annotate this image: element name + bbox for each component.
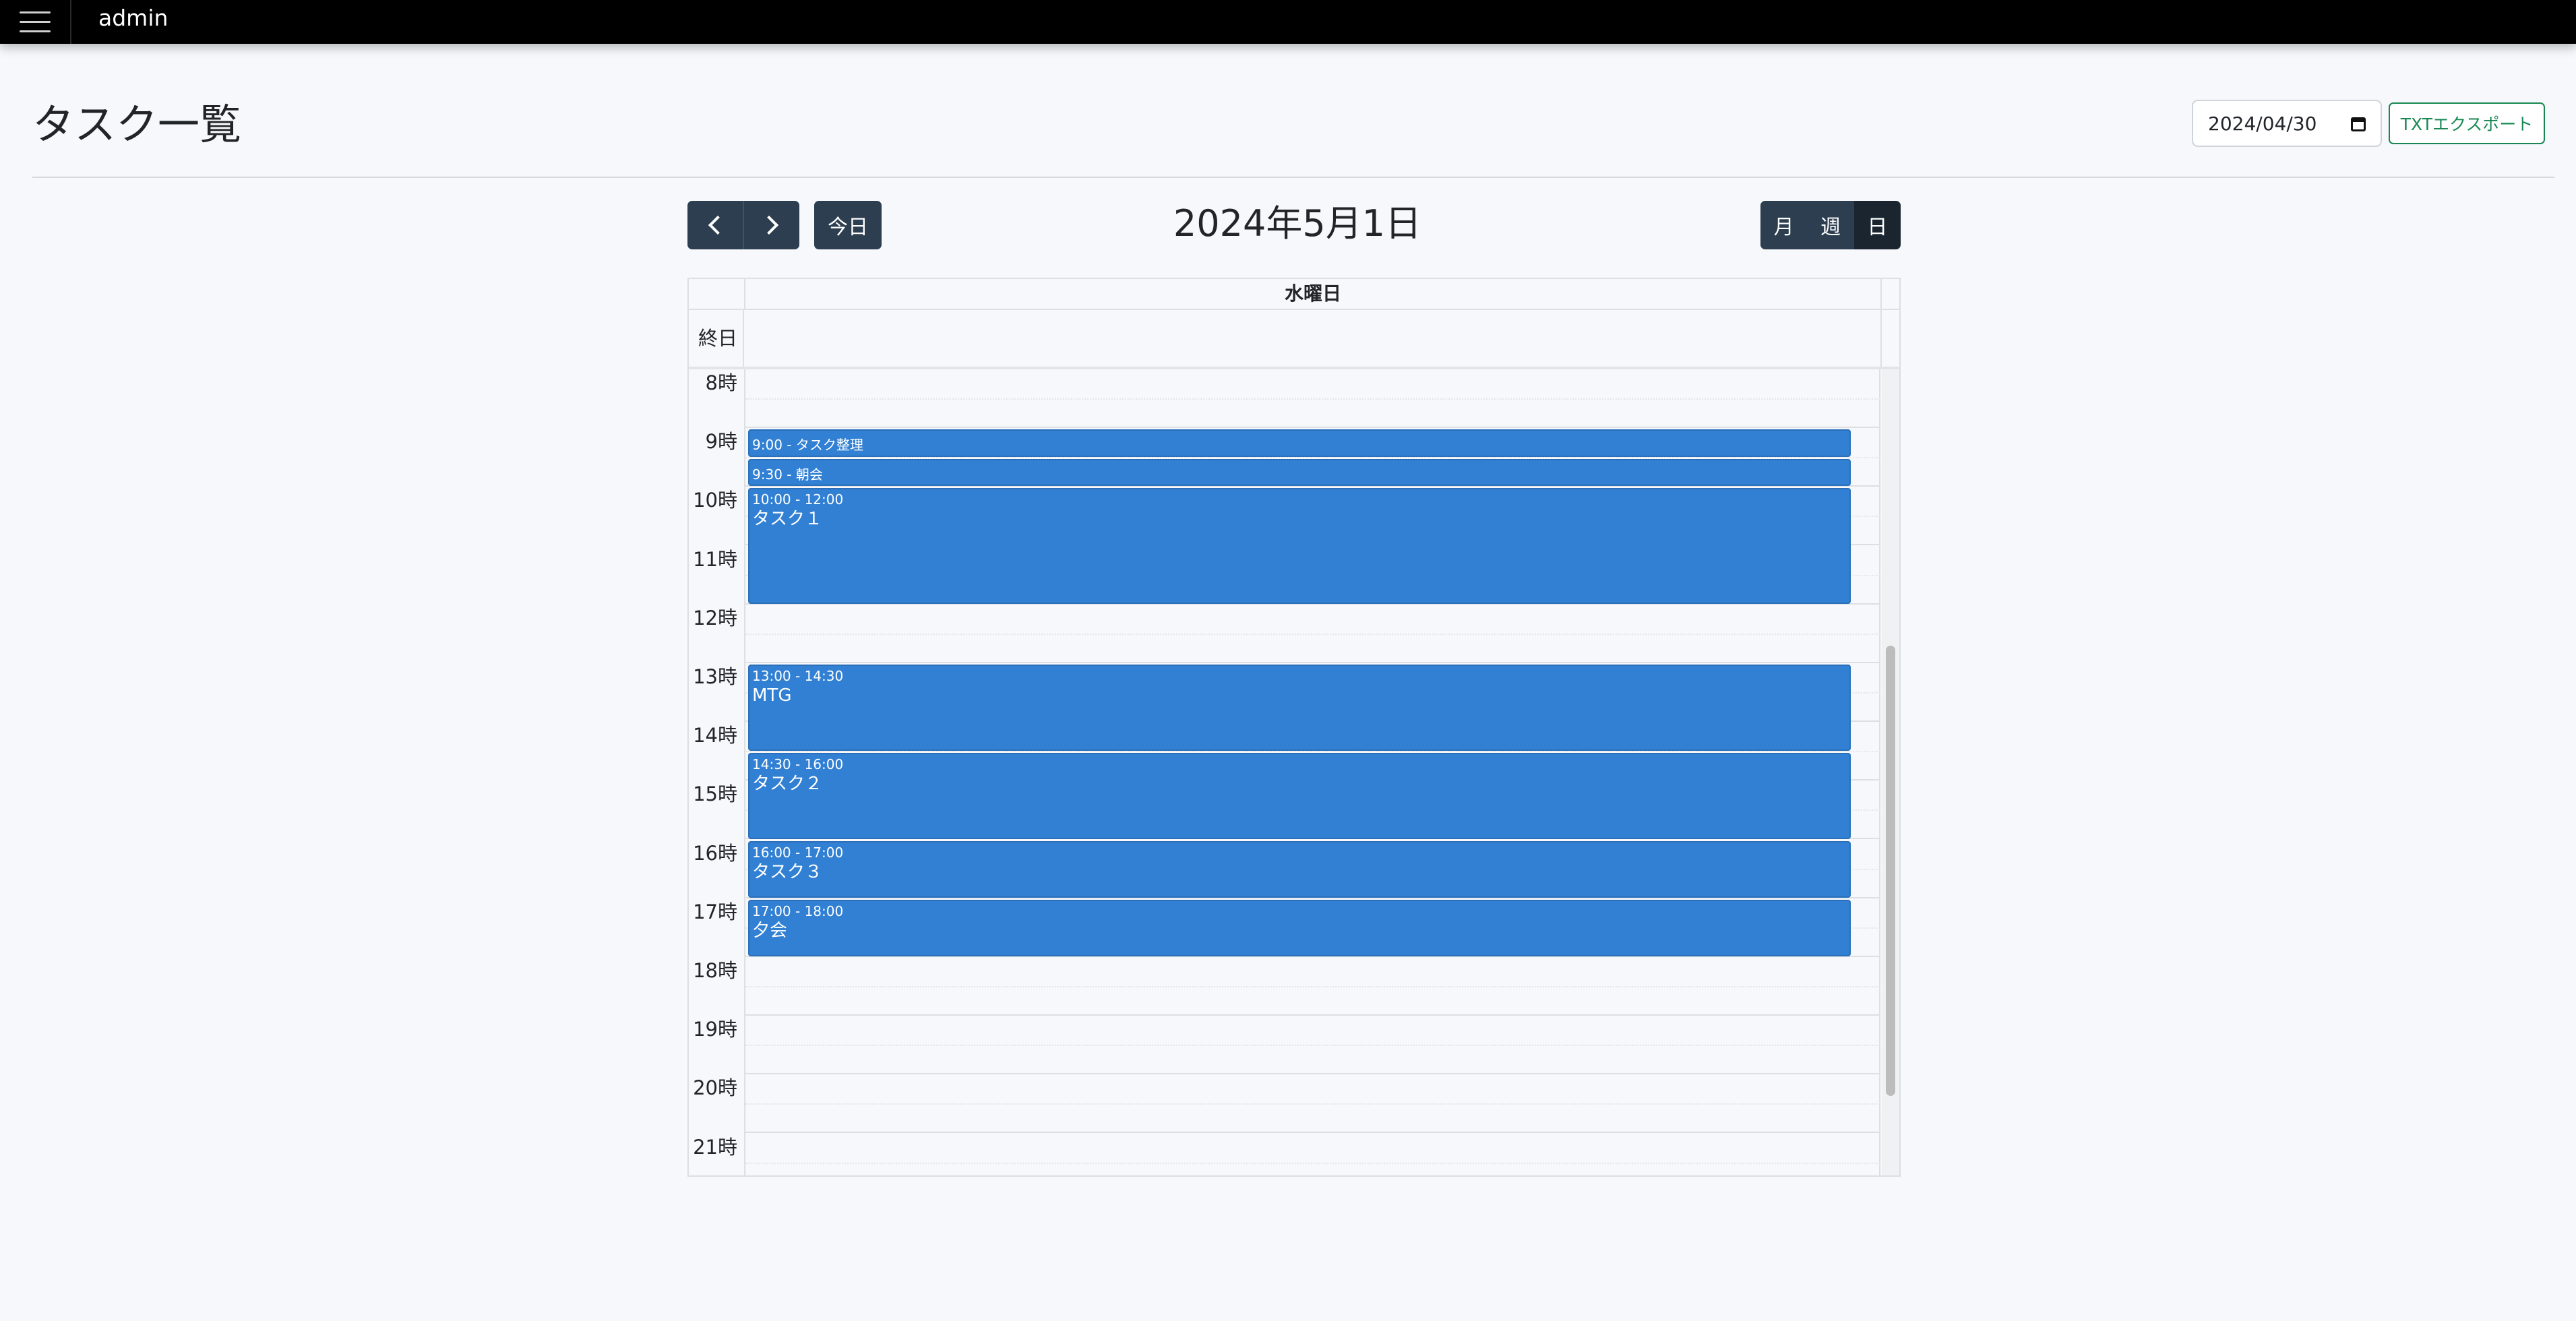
half-hour-line xyxy=(745,457,1880,459)
date-input-value: 2024/04/30 xyxy=(2208,112,2317,135)
event-title: タスク２ xyxy=(752,773,823,794)
half-hour-line xyxy=(745,633,1880,635)
calendar-icon[interactable] xyxy=(2351,115,2366,131)
half-hour-line xyxy=(745,751,1880,753)
scrollbar-thumb[interactable] xyxy=(1886,646,1895,1096)
event-title: タスク１ xyxy=(752,509,823,530)
header-axis-cell xyxy=(689,279,745,309)
calendar-event[interactable]: 16:00 - 17:00 タスク３ xyxy=(748,840,1851,898)
event-time: 9:00 - xyxy=(752,437,792,454)
event-title: 朝会 xyxy=(791,466,823,483)
allday-cell[interactable] xyxy=(745,310,1882,367)
event-time: 13:00 - 14:30 xyxy=(752,668,844,684)
calendar-title: 2024年5月1日 xyxy=(1173,202,1422,245)
app-title: admin xyxy=(98,5,168,31)
half-hour-line xyxy=(745,986,1880,987)
hour-row[interactable]: 21時 xyxy=(689,1134,1880,1175)
hour-label: 17時 xyxy=(693,900,737,923)
hour-label: 13時 xyxy=(693,665,737,688)
next-button[interactable] xyxy=(743,201,799,249)
event-title: MTG xyxy=(752,685,792,706)
calendar-header: 水曜日 xyxy=(689,279,1899,310)
divider xyxy=(32,177,2554,178)
txt-export-button[interactable]: TXTエクスポート xyxy=(2389,102,2545,144)
hour-label: 11時 xyxy=(693,547,737,571)
event-time: 17:00 - 18:00 xyxy=(752,902,844,919)
chevron-right-icon xyxy=(759,215,779,235)
day-header: 水曜日 xyxy=(745,279,1882,309)
hamburger-menu-icon[interactable] xyxy=(0,0,71,44)
hour-label: 12時 xyxy=(693,606,737,629)
event-time: 9:30 - xyxy=(752,466,792,483)
event-title: タスク３ xyxy=(752,861,823,882)
allday-label: 終日 xyxy=(689,310,744,367)
date-input[interactable]: 2024/04/30 xyxy=(2192,100,2382,147)
hour-label: 20時 xyxy=(693,1076,737,1100)
day-calendar: 水曜日 終日 8時 9時 10時 11時 12時 13時 14時 15時 16時 17時 18時 19… xyxy=(687,278,1901,1177)
chevron-left-icon xyxy=(708,215,728,235)
hour-label: 14時 xyxy=(693,724,737,747)
hour-label: 8時 xyxy=(705,371,737,394)
top-navbar: admin xyxy=(0,0,2576,44)
hour-row[interactable]: 8時 xyxy=(689,369,1880,428)
half-hour-line xyxy=(745,1103,1880,1105)
hour-label: 9時 xyxy=(705,430,737,454)
calendar-event[interactable]: 10:00 - 12:00 タスク１ xyxy=(748,488,1851,604)
calendar-event[interactable]: 14:30 - 16:00 タスク２ xyxy=(748,752,1851,839)
event-title: タスク整理 xyxy=(791,437,863,454)
time-grid[interactable]: 8時 9時 10時 11時 12時 13時 14時 15時 16時 17時 18時 19時 20時 21時… xyxy=(689,369,1880,1175)
hour-row[interactable]: 20時 xyxy=(689,1074,1880,1134)
hour-label: 10時 xyxy=(693,489,737,512)
view-month-button[interactable]: 月 xyxy=(1760,201,1808,249)
hour-label: 16時 xyxy=(693,841,737,865)
view-week-button[interactable]: 週 xyxy=(1807,201,1854,249)
today-button[interactable]: 今日 xyxy=(814,201,882,249)
event-time: 16:00 - 17:00 xyxy=(752,844,844,861)
prev-next-group xyxy=(687,201,799,249)
hour-label: 21時 xyxy=(693,1135,737,1159)
hour-label: 19時 xyxy=(693,1018,737,1041)
hour-row[interactable]: 19時 xyxy=(689,1016,1880,1075)
calendar-event[interactable]: 9:30 - 朝会 xyxy=(748,458,1851,487)
event-title: 夕会 xyxy=(752,920,788,941)
view-day-button[interactable]: 日 xyxy=(1853,201,1901,249)
half-hour-line xyxy=(745,1045,1880,1047)
prev-button[interactable] xyxy=(687,201,743,249)
calendar-event[interactable]: 13:00 - 14:30 MTG xyxy=(748,665,1851,751)
event-time: 14:30 - 16:00 xyxy=(752,756,844,772)
calendar-event[interactable]: 9:00 - タスク整理 xyxy=(748,429,1851,457)
page-title: タスク一覧 xyxy=(32,100,242,149)
half-hour-line xyxy=(745,398,1880,400)
half-hour-line xyxy=(745,1162,1880,1164)
event-time: 10:00 - 12:00 xyxy=(752,491,844,508)
view-switcher: 月 週 日 xyxy=(1760,201,1901,249)
calendar-event[interactable]: 17:00 - 18:00 夕会 xyxy=(748,899,1851,956)
hour-label: 15時 xyxy=(693,782,737,806)
hour-label: 18時 xyxy=(693,959,737,982)
hour-row[interactable]: 12時 xyxy=(689,605,1880,663)
allday-row: 終日 xyxy=(689,310,1899,369)
hour-row[interactable]: 18時 xyxy=(689,957,1880,1016)
